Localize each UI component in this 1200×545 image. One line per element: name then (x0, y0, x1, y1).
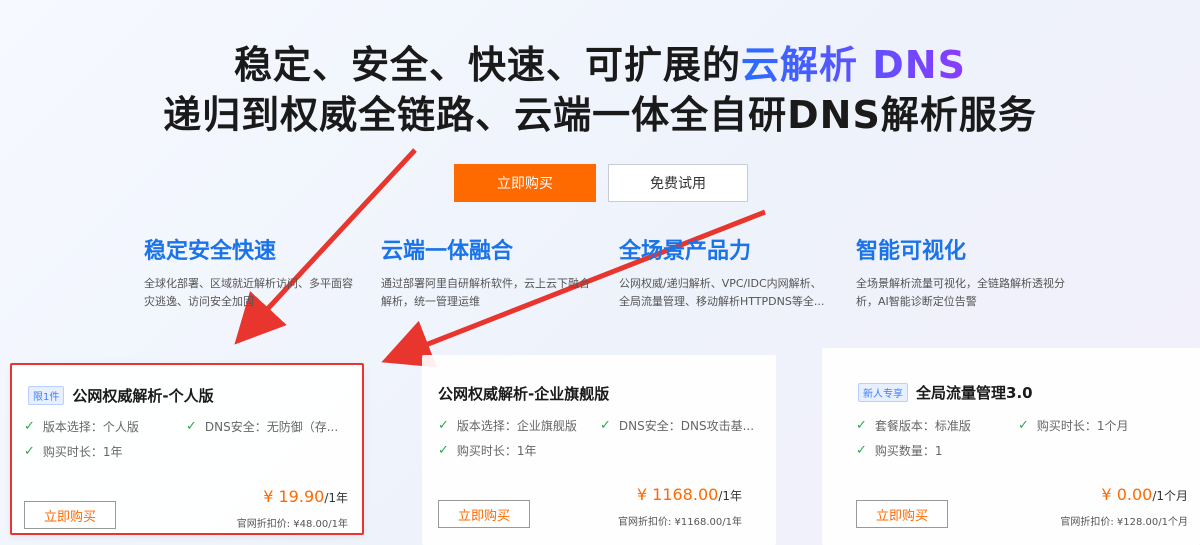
feature-title: 全场景产品力 (619, 239, 752, 264)
limit-badge: 限1件 (28, 386, 65, 405)
card-title: 全局流量管理3.0 (916, 384, 1033, 402)
card-title: 公网权威解析-企业旗舰版 (438, 385, 610, 403)
product-card-traffic[interactable]: 新人专享 全局流量管理3.0 ✓ 套餐版本：标准版 ✓ 购买时长：1个月 ✓ 购买数量… (822, 348, 1200, 545)
feature-cloud: 云端一体融合 通过部署阿里自研解析软件，云上云下融合解析，统一管理运维 (381, 233, 591, 311)
card-title: 公网权威解析-个人版 (72, 387, 214, 405)
card-feature: ✓ 版本选择：企业旗舰版 (438, 418, 577, 433)
card-price: ¥ 1168.00/1年 (636, 485, 742, 504)
hero-title-line2: 递归到权威全链路、云端一体全自研DNS解析服务 (163, 93, 1037, 137)
feature-visual: 智能可视化 全场景解析流量可视化，全链路解析透视分析，AI智能诊断定位告警 (856, 233, 1066, 311)
hero-title-highlight: 云解析 DNS (741, 43, 966, 87)
card-original-price: 官网折扣价: ¥1168.00/1年 (618, 517, 742, 528)
feature-title: 云端一体融合 (381, 239, 514, 264)
card-price: ¥ 0.00/1个月 (1101, 485, 1188, 504)
card-buy-button[interactable]: 立即购买 (856, 500, 948, 528)
card-buy-button[interactable]: 立即购买 (438, 500, 530, 528)
free-trial-button[interactable]: 免费试用 (608, 164, 748, 202)
check-icon: ✓ (24, 419, 35, 434)
feature-desc: 公网权威/递归解析、VPC/IDC内网解析、全局流量管理、移动解析HTTPDNS… (619, 277, 825, 308)
feature-title: 智能可视化 (856, 239, 967, 264)
check-icon: ✓ (438, 443, 449, 458)
check-icon: ✓ (856, 418, 867, 433)
card-feature: ✓ DNS安全：DNS攻击基... (600, 418, 755, 433)
hero-title-line1: 稳定、安全、快速、可扩展的 (234, 43, 742, 87)
feature-title: 稳定安全快速 (144, 239, 277, 264)
card-original-price: 官网折扣价: ¥128.00/1个月 (1060, 517, 1188, 528)
feature-stable: 稳定安全快速 全球化部署、区域就近解析访问、多平面容灾逃逸、访问安全加固 (144, 233, 354, 311)
card-feature: ✓ 购买时长：1个月 (1018, 418, 1129, 433)
product-card-enterprise[interactable]: 公网权威解析-企业旗舰版 ✓ 版本选择：企业旗舰版 ✓ DNS安全：DNS攻击基..… (422, 355, 776, 545)
new-user-badge: 新人专享 (858, 383, 908, 402)
card-feature: ✓ 购买时长：1年 (438, 443, 537, 458)
feature-scenario: 全场景产品力 公网权威/递归解析、VPC/IDC内网解析、全局流量管理、移动解析… (619, 233, 829, 311)
card-price: ¥ 19.90/1年 (263, 487, 348, 506)
card-feature: ✓ 购买数量：1 (856, 443, 943, 458)
check-icon: ✓ (186, 419, 197, 434)
product-card-personal[interactable]: 限1件 公网权威解析-个人版 ✓ 版本选择：个人版 ✓ DNS安全：无防御（存...… (10, 363, 364, 535)
check-icon: ✓ (856, 443, 867, 458)
card-feature: ✓ DNS安全：无防御（存... (186, 419, 339, 434)
hero-title: 稳定、安全、快速、可扩展的云解析 DNS 递归到权威全链路、云端一体全自研DNS… (0, 40, 1200, 140)
check-icon: ✓ (24, 444, 35, 459)
card-feature: ✓ 购买时长：1年 (24, 444, 123, 459)
feature-desc: 通过部署阿里自研解析软件，云上云下融合解析，统一管理运维 (381, 277, 590, 308)
buy-now-button[interactable]: 立即购买 (454, 164, 596, 202)
card-original-price: 官网折扣价: ¥48.00/1年 (236, 519, 348, 530)
card-feature: ✓ 套餐版本：标准版 (856, 418, 971, 433)
card-buy-button[interactable]: 立即购买 (24, 501, 116, 529)
check-icon: ✓ (1018, 418, 1029, 433)
check-icon: ✓ (600, 418, 611, 433)
feature-desc: 全球化部署、区域就近解析访问、多平面容灾逃逸、访问安全加固 (144, 277, 353, 308)
check-icon: ✓ (438, 418, 449, 433)
card-feature: ✓ 版本选择：个人版 (24, 419, 139, 434)
feature-desc: 全场景解析流量可视化，全链路解析透视分析，AI智能诊断定位告警 (856, 277, 1065, 308)
